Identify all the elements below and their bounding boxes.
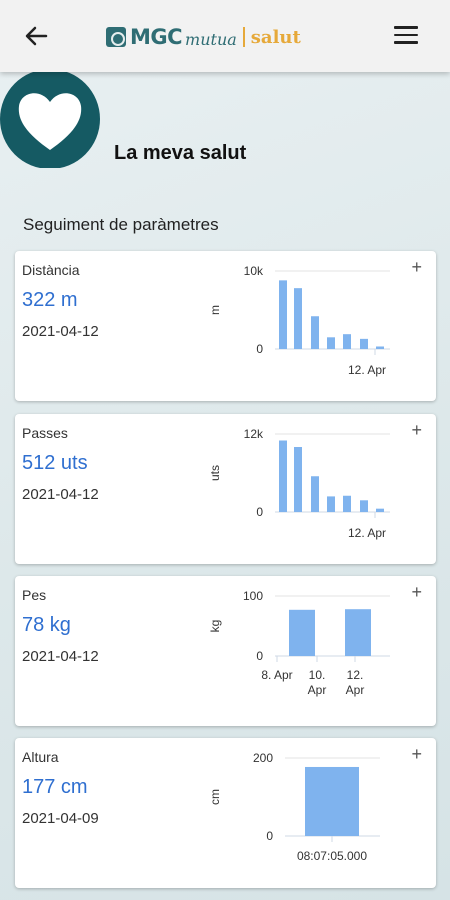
x-tick-label: 12. Apr (348, 363, 386, 377)
bar (360, 338, 368, 349)
parameter-card-distance[interactable]: Distància 322 m 2021-04-12 + 10k 0 m 12. Ap… (15, 251, 436, 401)
page-title: La meva salut (114, 142, 247, 164)
distance-chart: 10k 0 m 12. Apr (208, 264, 390, 377)
parameter-name: Altura (22, 749, 59, 765)
parameter-date: 2021-04-12 (22, 648, 99, 665)
section-title: Seguiment de paràmetres (23, 215, 219, 234)
parameter-card-steps[interactable]: Passes 512 uts 2021-04-12 + 12k 0 uts 12. A… (15, 414, 436, 564)
parameter-value: 512 uts (22, 452, 88, 474)
bar (311, 476, 319, 512)
x-tick-label: 12. Apr (346, 668, 365, 697)
bar (327, 496, 335, 512)
bar (294, 447, 302, 512)
y-tick-label: 10k (244, 264, 264, 278)
steps-chart: 12k 0 uts 12. Apr (208, 427, 390, 540)
bar (376, 508, 384, 512)
y-tick-label: 0 (256, 505, 263, 519)
logo-divider (242, 27, 245, 47)
parameter-value: 177 cm (22, 776, 88, 798)
height-chart: 200 0 cm 08:07:05.000 (208, 751, 380, 863)
bar (289, 609, 315, 656)
parameter-card-height[interactable]: Altura 177 cm 2021-04-09 + 200 0 cm 08:07:0… (15, 738, 436, 888)
bar (345, 609, 371, 656)
bar (343, 334, 351, 349)
y-tick-label: 200 (253, 751, 273, 765)
y-axis-label: uts (208, 465, 222, 481)
bar (279, 440, 287, 512)
parameter-date: 2021-04-12 (22, 486, 99, 503)
bar (327, 337, 335, 349)
parameter-name: Passes (22, 425, 68, 441)
x-tick-label: 12. Apr (348, 526, 386, 540)
parameter-date: 2021-04-12 (22, 323, 99, 340)
x-tick-label: 8. Apr (261, 668, 292, 682)
hamburger-menu-icon[interactable] (394, 26, 418, 46)
app-logo: MGC mutua salut (106, 22, 301, 52)
parameter-value: 322 m (22, 289, 78, 311)
logo-brand: MGC (130, 25, 183, 49)
y-axis-label: cm (208, 789, 222, 805)
parameter-name: Pes (22, 587, 47, 603)
app-bar: MGC mutua salut (0, 0, 450, 72)
x-tick-label: 08:07:05.000 (297, 849, 367, 863)
y-tick-label: 0 (266, 829, 273, 843)
parameter-value: 78 kg (22, 614, 71, 636)
bar (305, 766, 359, 836)
x-tick-label: 10. Apr (308, 668, 327, 697)
y-tick-label: 0 (256, 342, 263, 356)
bar (279, 280, 287, 349)
logo-mutua: mutua (185, 29, 237, 49)
bar (294, 288, 302, 349)
bar (376, 346, 384, 349)
y-tick-label: 12k (244, 427, 264, 441)
parameter-name: Distància (22, 262, 80, 278)
bar (311, 316, 319, 349)
back-arrow-icon[interactable] (22, 22, 50, 50)
parameter-date: 2021-04-09 (22, 810, 99, 827)
logo-mark-icon (106, 27, 126, 47)
bar (343, 495, 351, 512)
heart-avatar-icon (0, 70, 100, 168)
y-tick-label: 0 (256, 649, 263, 663)
y-axis-label: m (208, 305, 222, 315)
logo-product: salut (250, 26, 301, 48)
y-tick-label: 100 (243, 589, 263, 603)
bar (360, 500, 368, 512)
weight-chart: 100 0 kg 8. Apr 10. Apr 12. Apr (208, 589, 390, 697)
y-axis-label: kg (208, 620, 222, 633)
parameter-card-weight[interactable]: Pes 78 kg 2021-04-12 + 100 0 kg 8. Apr 10. Ap… (15, 576, 436, 726)
